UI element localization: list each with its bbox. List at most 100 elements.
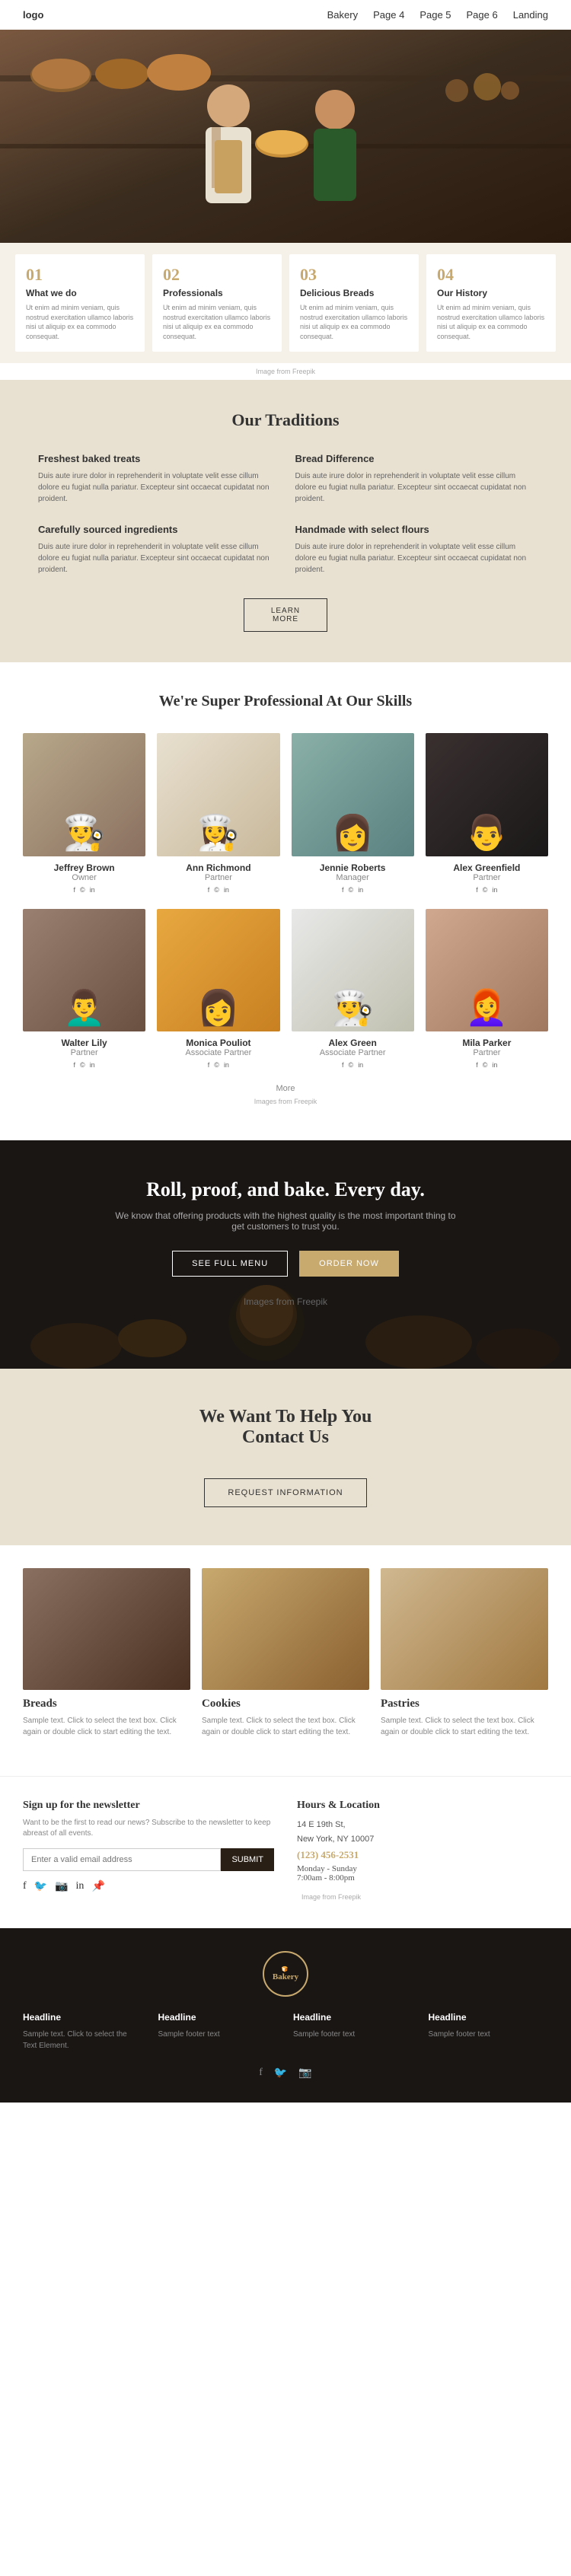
social-fb[interactable]: f	[342, 886, 344, 894]
submit-button[interactable]: SUBMIT	[221, 1848, 274, 1871]
footer-columns: Headline Sample text. Click to select th…	[23, 2012, 548, 2052]
facebook-icon[interactable]: f	[23, 1880, 27, 1893]
social-fb[interactable]: f	[208, 886, 210, 894]
nav-link-landing[interactable]: Landing	[513, 9, 548, 21]
team-member-3: 👩 Jennie Roberts Manager f © in	[292, 733, 414, 893]
more-link[interactable]: More	[23, 1084, 548, 1093]
social-in[interactable]: in	[358, 1061, 363, 1069]
team-photo: 👩	[292, 733, 414, 856]
products-section: Breads Sample text. Click to select the …	[0, 1545, 571, 1776]
social-copy[interactable]: ©	[483, 886, 488, 894]
hours-section: Hours & Location 14 E 19th St, New York,…	[297, 1800, 548, 1905]
team-photo: 👨‍🍳	[292, 909, 414, 1031]
footer-col-heading: Headline	[429, 2012, 549, 2023]
bottom-info: Sign up for the newsletter Want to be th…	[0, 1776, 571, 1928]
product-text: Sample text. Click to select the text bo…	[23, 1715, 190, 1738]
tradition-text: Duis aute irure dolor in reprehenderit i…	[295, 541, 534, 575]
product-image	[202, 1568, 369, 1690]
team-role: Partner	[23, 1048, 145, 1057]
social-in[interactable]: in	[492, 886, 497, 894]
social-copy[interactable]: ©	[483, 1061, 488, 1069]
hours-heading: Hours & Location	[297, 1800, 548, 1812]
tradition-title: Carefully sourced ingredients	[38, 524, 276, 535]
order-now-button[interactable]: ORDER NOW	[299, 1251, 399, 1277]
product-text: Sample text. Click to select the text bo…	[381, 1715, 548, 1738]
social-in[interactable]: in	[90, 886, 95, 894]
request-info-button[interactable]: REQUEST INFORMATION	[204, 1478, 366, 1507]
team-role: Associate Partner	[292, 1048, 414, 1057]
social-copy[interactable]: ©	[80, 886, 85, 894]
team-member-7: 👨‍🍳 Alex Green Associate Partner f © in	[292, 909, 414, 1069]
product-text: Sample text. Click to select the text bo…	[202, 1715, 369, 1738]
team-heading: We're Super Professional At Our Skills	[23, 693, 548, 710]
team-role: Partner	[426, 873, 548, 882]
footer-logo-text: 🍞	[282, 1966, 290, 1972]
team-social: f © in	[23, 1061, 145, 1069]
feature-num: 02	[163, 265, 271, 285]
team-social: f © in	[292, 1061, 414, 1069]
feature-card-4: 04 Our History Ut enim ad minim veniam, …	[426, 254, 556, 352]
team-role: Partner	[157, 873, 279, 882]
footer-col-4: Headline Sample footer text	[429, 2012, 549, 2052]
social-copy[interactable]: ©	[349, 886, 354, 894]
social-fb[interactable]: f	[342, 1061, 344, 1069]
social-fb[interactable]: f	[476, 886, 478, 894]
team-member-6: 👩 Monica Pouliot Associate Partner f © i…	[157, 909, 279, 1069]
nav-links: Bakery Page 4 Page 5 Page 6 Landing	[327, 9, 548, 21]
social-fb[interactable]: f	[74, 886, 76, 894]
feature-text: Ut enim ad minim veniam, quis nostrud ex…	[437, 303, 545, 341]
team-social: f © in	[23, 886, 145, 894]
see-menu-button[interactable]: SEE FULL MENU	[172, 1251, 288, 1277]
footer-facebook-icon[interactable]: f	[259, 2067, 263, 2080]
footer-col-heading: Headline	[158, 2012, 279, 2023]
email-input[interactable]	[23, 1848, 221, 1871]
product-title: Breads	[23, 1698, 190, 1710]
social-in[interactable]: in	[492, 1061, 497, 1069]
social-in[interactable]: in	[224, 886, 229, 894]
team-social: f © in	[157, 1061, 279, 1069]
team-member-4: 👨 Alex Greenfield Partner f © in	[426, 733, 548, 893]
team-name: Alex Green	[292, 1038, 414, 1048]
contact-heading: We Want To Help You Contact Us	[23, 1407, 548, 1448]
dark-heading: Roll, proof, and bake. Every day.	[23, 1178, 548, 1201]
social-copy[interactable]: ©	[349, 1061, 354, 1069]
social-in[interactable]: in	[358, 886, 363, 894]
twitter-icon[interactable]: 🐦	[34, 1880, 47, 1893]
tradition-text: Duis aute irure dolor in reprehenderit i…	[38, 470, 276, 505]
team-name: Mila Parker	[426, 1038, 548, 1048]
instagram-icon[interactable]: 📷	[55, 1880, 68, 1893]
social-fb[interactable]: f	[476, 1061, 478, 1069]
traditions-section: Our Traditions Freshest baked treatsDuis…	[0, 380, 571, 662]
learn-more-button[interactable]: LEARN MORE	[244, 598, 327, 632]
social-in[interactable]: in	[90, 1061, 95, 1069]
social-in[interactable]: in	[224, 1061, 229, 1069]
team-social: f © in	[426, 886, 548, 894]
footer-twitter-icon[interactable]: 🐦	[274, 2067, 287, 2080]
team-member-1: 👨‍🍳 Jeffrey Brown Owner f © in	[23, 733, 145, 893]
footer-instagram-icon[interactable]: 📷	[298, 2067, 311, 2080]
feature-card-2: 02 Professionals Ut enim ad minim veniam…	[152, 254, 282, 352]
team-photo: 👨‍🍳	[23, 733, 145, 856]
nav-link-page-6[interactable]: Page 6	[467, 9, 498, 21]
team-role: Partner	[426, 1048, 548, 1057]
product-item-2: Cookies Sample text. Click to select the…	[202, 1568, 369, 1738]
social-fb[interactable]: f	[208, 1061, 210, 1069]
nav-link-bakery[interactable]: Bakery	[327, 9, 358, 21]
team-photo: 👨‍🦱	[23, 909, 145, 1031]
social-copy[interactable]: ©	[214, 886, 219, 894]
pinterest-icon[interactable]: 📌	[91, 1880, 104, 1893]
footer-col-3: Headline Sample footer text	[293, 2012, 413, 2052]
newsletter-text: Want to be the first to read our news? S…	[23, 1818, 274, 1839]
product-item-3: Pastries Sample text. Click to select th…	[381, 1568, 548, 1738]
linkedin-icon[interactable]: in	[76, 1880, 85, 1893]
product-title: Cookies	[202, 1698, 369, 1710]
traditions-heading: Our Traditions	[38, 410, 533, 430]
social-copy[interactable]: ©	[214, 1061, 219, 1069]
nav-link-page-5[interactable]: Page 5	[419, 9, 451, 21]
team-photo: 👩	[157, 909, 279, 1031]
nav-link-page-4[interactable]: Page 4	[373, 9, 404, 21]
social-fb[interactable]: f	[74, 1061, 76, 1069]
team-name: Monica Pouliot	[157, 1038, 279, 1048]
hours-label: Monday - Sunday	[297, 1864, 548, 1873]
social-copy[interactable]: ©	[80, 1061, 85, 1069]
